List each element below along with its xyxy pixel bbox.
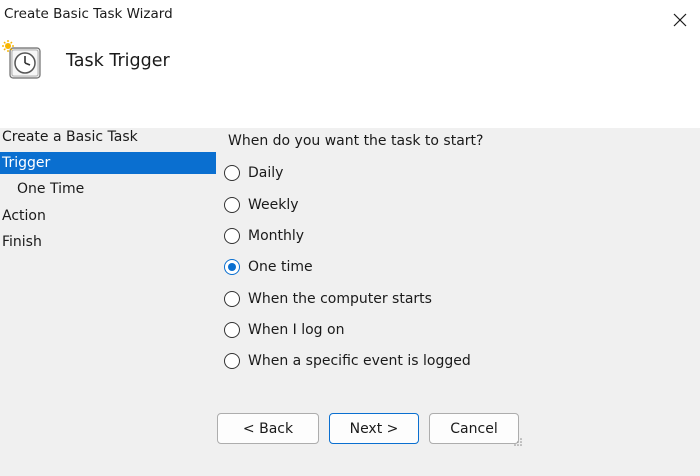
- option-label: One time: [248, 259, 313, 275]
- option-label: When a specific event is logged: [248, 353, 471, 369]
- task-scheduler-clock-icon: [2, 40, 41, 79]
- radio-one-time[interactable]: [224, 259, 240, 275]
- trigger-question: When do you want the task to start?: [228, 133, 484, 149]
- close-icon: [673, 13, 687, 27]
- radio-computer-starts[interactable]: [224, 291, 240, 307]
- title-bar: Create Basic Task Wizard: [0, 0, 700, 34]
- option-label: When the computer starts: [248, 291, 432, 307]
- back-button[interactable]: < Back: [217, 413, 319, 444]
- wizard-header: Task Trigger: [0, 34, 700, 128]
- resize-grip-icon[interactable]: [514, 438, 522, 446]
- step-action[interactable]: Action: [0, 205, 216, 227]
- option-weekly[interactable]: Weekly: [224, 194, 299, 216]
- option-label: Daily: [248, 165, 284, 181]
- radio-monthly[interactable]: [224, 228, 240, 244]
- step-finish[interactable]: Finish: [0, 231, 216, 253]
- option-daily[interactable]: Daily: [224, 162, 283, 184]
- radio-weekly[interactable]: [224, 197, 240, 213]
- step-create-basic-task[interactable]: Create a Basic Task: [0, 126, 216, 148]
- option-computer-starts[interactable]: When the computer starts: [224, 288, 432, 310]
- radio-specific-event[interactable]: [224, 353, 240, 369]
- option-label: When I log on: [248, 322, 345, 338]
- step-one-time[interactable]: One Time: [0, 178, 216, 200]
- radio-log-on[interactable]: [224, 322, 240, 338]
- option-one-time[interactable]: One time: [224, 256, 313, 278]
- option-monthly[interactable]: Monthly: [224, 225, 304, 247]
- page-title: Task Trigger: [66, 51, 170, 71]
- window-title: Create Basic Task Wizard: [4, 6, 173, 22]
- next-button[interactable]: Next >: [329, 413, 419, 444]
- close-button[interactable]: [666, 6, 694, 34]
- cancel-button[interactable]: Cancel: [429, 413, 519, 444]
- option-specific-event[interactable]: When a specific event is logged: [224, 350, 471, 372]
- option-log-on[interactable]: When I log on: [224, 319, 344, 341]
- wizard-steps-sidebar: Create a Basic Task Trigger One Time Act…: [0, 128, 216, 476]
- radio-daily[interactable]: [224, 165, 240, 181]
- option-label: Monthly: [248, 228, 305, 244]
- option-label: Weekly: [248, 197, 299, 213]
- step-trigger[interactable]: Trigger: [0, 152, 216, 174]
